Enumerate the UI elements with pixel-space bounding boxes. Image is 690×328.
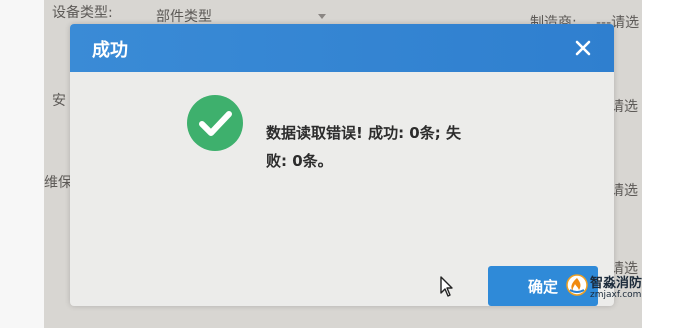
watermark-url: zmjaxf.com	[590, 290, 642, 300]
watermark: 智淼消防 zmjaxf.com	[566, 270, 654, 304]
flame-logo-icon	[566, 274, 588, 300]
install-label: 安	[52, 93, 66, 109]
device-type-label: 设备类型:	[52, 5, 113, 21]
watermark-name: 智淼消防	[590, 276, 643, 291]
mouse-cursor-icon	[440, 276, 456, 302]
check-circle-icon	[186, 94, 244, 156]
device-type-select[interactable]: 部件类型	[156, 6, 212, 26]
select-placeholder-1[interactable]: 请选	[610, 96, 638, 116]
select-placeholder-2[interactable]: 请选	[610, 180, 638, 200]
dialog-title: 成功	[92, 40, 128, 61]
photo-left-margin	[0, 0, 44, 328]
message-line-1: 数据读取错误! 成功: 0条; 失	[266, 124, 461, 142]
dialog-message: 数据读取错误! 成功: 0条; 失 败: 0条。	[266, 119, 496, 175]
chevron-down-icon	[318, 14, 326, 19]
dialog-header: 成功	[70, 24, 614, 72]
maintain-label: 维保	[44, 175, 72, 191]
close-icon[interactable]	[572, 37, 594, 59]
message-line-2: 败: 0条。	[266, 152, 333, 170]
success-dialog: 成功 数据读取错误! 成功: 0条; 失 败: 0条。 确定	[70, 24, 614, 306]
